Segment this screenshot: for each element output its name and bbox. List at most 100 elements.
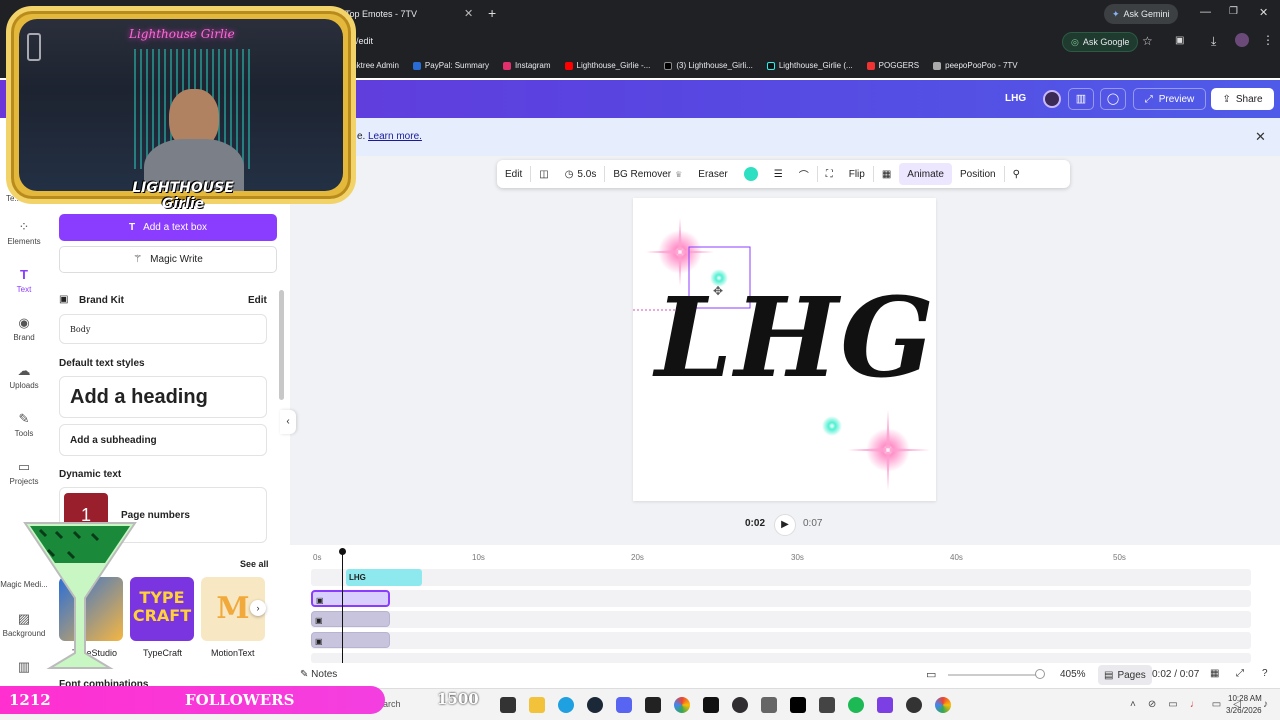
grid-view-icon[interactable]: ▦ xyxy=(1210,668,1219,679)
url-text[interactable]: /edit xyxy=(356,36,373,46)
new-tab-icon[interactable]: + xyxy=(488,5,496,21)
sparkle-clip[interactable]: ▣ xyxy=(311,611,390,627)
tray-icon[interactable]: ▭ xyxy=(1168,699,1177,710)
preview-button[interactable]: ⤢ Preview xyxy=(1133,88,1206,110)
ask-gemini-button[interactable]: ✦ Ask Gemini xyxy=(1104,4,1178,24)
add-subheading-button[interactable]: Add a subheading xyxy=(59,424,267,456)
position-button[interactable]: Position xyxy=(952,169,1004,180)
design-title[interactable]: LHG xyxy=(1005,93,1026,104)
edit-button[interactable]: Edit xyxy=(497,169,530,180)
animate-button[interactable]: Animate xyxy=(899,163,952,185)
bookmark-item[interactable]: Instagram xyxy=(502,61,551,70)
text-clip[interactable]: LHG xyxy=(346,569,422,586)
notes-button[interactable]: ✎ Notes xyxy=(300,669,337,680)
play-button[interactable]: ▶ xyxy=(774,514,796,536)
app-icon[interactable] xyxy=(877,697,893,713)
tab-close-icon[interactable]: ✕ xyxy=(464,7,473,20)
zoom-level[interactable]: 405% xyxy=(1060,669,1086,680)
download-icon[interactable]: ⤓ xyxy=(1211,34,1216,49)
rail-brand[interactable]: ◉ Brand xyxy=(0,316,48,343)
minimize-icon[interactable]: — xyxy=(1200,6,1211,18)
sparkle-clip-selected[interactable]: ▣ xyxy=(311,590,390,607)
maximize-icon[interactable]: ❐ xyxy=(1229,6,1238,17)
zoom-slider-thumb[interactable] xyxy=(1035,669,1045,679)
user-avatar[interactable] xyxy=(1043,90,1061,108)
brand-body-style[interactable]: Body xyxy=(59,314,267,344)
help-icon[interactable]: ? xyxy=(1262,668,1268,679)
carousel-next-icon[interactable]: › xyxy=(250,600,266,616)
zoom-slider[interactable] xyxy=(948,674,1044,676)
app-icon[interactable] xyxy=(703,697,719,713)
discord-icon[interactable] xyxy=(616,697,632,713)
playhead[interactable] xyxy=(342,551,343,663)
rail-elements[interactable]: ⁘ Elements xyxy=(0,220,48,247)
rail-projects[interactable]: ▭ Projects xyxy=(0,460,48,487)
rail-text[interactable]: T Text xyxy=(0,268,48,295)
corner-button[interactable]: ⌒ xyxy=(791,167,817,182)
rail-tools[interactable]: ✎ Tools xyxy=(0,412,48,439)
add-text-box-button[interactable]: T Add a text box xyxy=(59,214,277,241)
browser-menu-icon[interactable]: ⋮ xyxy=(1262,33,1274,47)
panel-scrollbar[interactable] xyxy=(279,290,284,400)
pink-sparkle-bottom[interactable] xyxy=(848,410,930,490)
copy-style-button[interactable]: ⚲ xyxy=(1005,169,1028,180)
bookmark-item[interactable]: POGGERS xyxy=(866,61,919,70)
network-icon[interactable]: ▭ xyxy=(1212,699,1221,710)
present-icon[interactable]: ▭ xyxy=(926,668,936,681)
app-icon[interactable] xyxy=(906,697,922,713)
pages-button[interactable]: ▤ Pages xyxy=(1098,665,1152,685)
capcut-icon[interactable] xyxy=(790,697,806,713)
share-button[interactable]: ⇪ Share xyxy=(1211,88,1274,110)
file-explorer-icon[interactable] xyxy=(529,697,545,713)
magic-write-button[interactable]: ⚚ Magic Write xyxy=(59,246,277,273)
flip-button[interactable]: Flip xyxy=(841,169,873,180)
banner-close-icon[interactable]: ✕ xyxy=(1255,129,1266,145)
learn-more-link[interactable]: Learn more. xyxy=(368,131,422,142)
bg-remover-button[interactable]: BG Remover ♛ xyxy=(605,169,690,180)
design-artboard[interactable]: LHG ✥ xyxy=(633,198,936,501)
tray-icon[interactable]: ⊘ xyxy=(1148,699,1156,710)
see-all-link[interactable]: See all xyxy=(240,559,269,569)
tray-chevron-icon[interactable]: ˄ xyxy=(1130,699,1136,710)
add-heading-button[interactable]: Add a heading xyxy=(59,376,267,418)
sparkle-clip[interactable]: ▣ xyxy=(311,632,390,648)
playhead-handle[interactable] xyxy=(339,548,346,555)
bookmark-item[interactable]: Lighthouse_Girlie -... xyxy=(564,61,650,70)
duration-button[interactable]: ◷ 5.0s xyxy=(557,169,605,180)
transparency-button[interactable]: ▦ xyxy=(874,169,899,180)
chrome-icon[interactable] xyxy=(674,697,690,713)
chrome-icon[interactable] xyxy=(935,697,951,713)
microphone-icon[interactable]: ♩ xyxy=(1190,699,1200,710)
border-style-button[interactable]: ☰ xyxy=(766,169,791,180)
bookmark-star-icon[interactable]: ☆ xyxy=(1142,34,1153,48)
bookmark-item[interactable]: peepoPooPoo - 7TV xyxy=(933,61,1018,70)
bookmark-item[interactable]: Lighthouse_Girlie (... xyxy=(766,61,853,70)
bookmark-item[interactable]: (3) Lighthouse_Girli... xyxy=(664,61,753,70)
color-button[interactable] xyxy=(736,167,766,181)
crop-split-button[interactable]: ◫ xyxy=(531,169,556,180)
fullscreen-icon[interactable]: ⤢ xyxy=(1236,668,1244,679)
rail-uploads[interactable]: ☁ Uploads xyxy=(0,364,48,391)
obs-icon[interactable] xyxy=(732,697,748,713)
lhg-text[interactable]: LHG xyxy=(655,278,935,398)
browser-tab[interactable]: Top Emotes - 7TV xyxy=(345,0,475,28)
side-panel-icon[interactable]: ▣ xyxy=(1175,35,1184,46)
edge-icon[interactable] xyxy=(558,697,574,713)
window-close-icon[interactable]: ✕ xyxy=(1259,6,1268,19)
collapse-panel-icon[interactable]: ‹ xyxy=(280,410,296,434)
clock-date[interactable]: 3/26/2026 xyxy=(1226,706,1262,715)
calculator-icon[interactable] xyxy=(761,697,777,713)
ask-google-button[interactable]: ◎ Ask Google xyxy=(1062,32,1139,52)
insights-icon[interactable]: ▥ xyxy=(1068,88,1094,110)
bookmark-item[interactable]: PayPal: Summary xyxy=(412,61,489,70)
steam-icon[interactable] xyxy=(587,697,603,713)
profile-avatar[interactable] xyxy=(1235,33,1249,47)
eraser-button[interactable]: Eraser xyxy=(690,169,735,180)
brand-kit-edit[interactable]: Edit xyxy=(248,295,267,306)
crop-button[interactable]: ⛶ xyxy=(818,169,841,180)
teal-sparkle-bottom[interactable] xyxy=(822,416,842,436)
comment-icon[interactable]: ◯ xyxy=(1100,88,1126,110)
epic-games-icon[interactable] xyxy=(645,697,661,713)
app-icon[interactable] xyxy=(819,697,835,713)
clock-time[interactable]: 10:28 AM xyxy=(1228,694,1262,703)
